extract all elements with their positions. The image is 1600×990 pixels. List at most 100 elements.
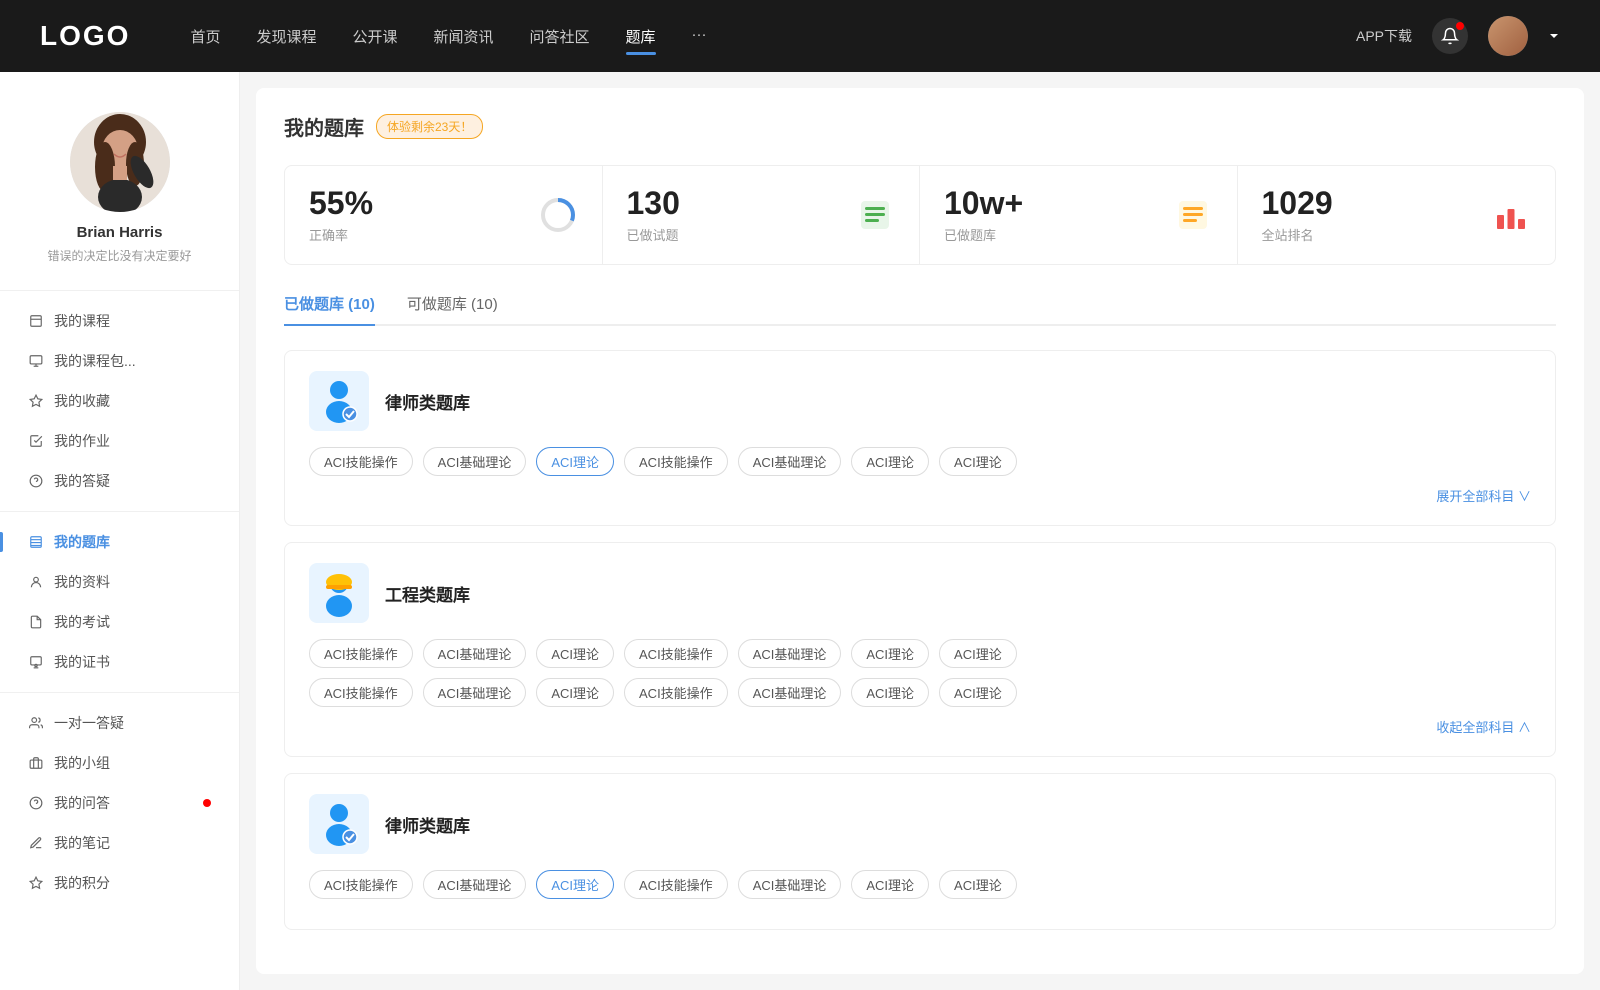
tag-1-4[interactable]: ACI基础理论 [738,447,842,476]
sidebar-item-group[interactable]: 我的小组 [0,743,239,783]
sidebar-item-course[interactable]: 我的课程 [0,301,239,341]
tag-3-5[interactable]: ACI理论 [851,870,929,899]
stat-value-1: 55% [309,186,526,221]
sidebar-item-score[interactable]: 我的积分 [0,863,239,903]
tag-3-2[interactable]: ACI理论 [536,870,614,899]
sidebar-item-favorite[interactable]: 我的收藏 [0,381,239,421]
sidebar-item-oneon[interactable]: 一对一答疑 [0,703,239,743]
tag-2-1[interactable]: ACI基础理论 [423,639,527,668]
tag-2-2[interactable]: ACI理论 [536,639,614,668]
cert-icon [28,654,44,670]
nav-opencourse[interactable]: 公开课 [352,22,397,51]
qbank-tags-1: ACI技能操作 ACI基础理论 ACI理论 ACI技能操作 ACI基础理论 AC… [309,447,1531,476]
sidebar-label-course: 我的课程 [54,311,211,331]
expand-link-1[interactable]: 展开全部科目 ∨ [309,486,1531,505]
qbank-icon [28,534,44,550]
main-layout: Brian Harris 错误的决定比没有决定要好 我的课程 我的课程包... … [0,72,1600,990]
qbank-tags-3: ACI技能操作 ACI基础理论 ACI理论 ACI技能操作 ACI基础理论 AC… [309,870,1531,899]
sidebar-label-data: 我的资料 [54,572,211,592]
nav-discover[interactable]: 发现课程 [256,22,316,51]
tag-3-6[interactable]: ACI理论 [939,870,1017,899]
sidebar-label-score: 我的积分 [54,873,211,893]
star-icon [28,393,44,409]
sidebar-label-question: 我的答疑 [54,471,211,491]
lawyer-icon-3 [309,794,369,854]
exam-icon [28,614,44,630]
sidebar-label-group: 我的小组 [54,753,211,773]
tag-2r2-0[interactable]: ACI技能操作 [309,678,413,707]
tag-2r2-1[interactable]: ACI基础理论 [423,678,527,707]
sidebar-item-qbank[interactable]: 我的题库 [0,522,239,562]
tab-todo[interactable]: 可做题库 (10) [407,293,498,324]
stats-row: 55% 正确率 130 已做试题 [284,165,1556,265]
rank-icon [1491,195,1531,235]
sidebar-item-package[interactable]: 我的课程包... [0,341,239,381]
tag-2-5[interactable]: ACI理论 [851,639,929,668]
notification-dot [1456,22,1464,30]
tag-1-5[interactable]: ACI理论 [851,447,929,476]
stat-correct-rate: 55% 正确率 [285,166,603,264]
qbank-tags-2-row2: ACI技能操作 ACI基础理论 ACI理论 ACI技能操作 ACI基础理论 AC… [309,678,1531,707]
tag-2-0[interactable]: ACI技能操作 [309,639,413,668]
sidebar-label-favorite: 我的收藏 [54,391,211,411]
sidebar-label-package: 我的课程包... [54,351,211,371]
stat-info-1: 55% 正确率 [309,186,526,244]
tag-2r2-5[interactable]: ACI理论 [851,678,929,707]
nav-news[interactable]: 新闻资讯 [434,22,494,51]
nav-home[interactable]: 首页 [190,22,220,51]
sidebar-divider-3 [0,692,239,693]
qa-red-dot [203,799,211,807]
qbank-title-1: 律师类题库 [385,389,470,414]
course-icon [28,313,44,329]
page-header: 我的题库 体验剩余23天！ [284,112,1556,141]
tag-3-4[interactable]: ACI基础理论 [738,870,842,899]
chevron-down-icon [1548,30,1560,42]
tag-3-0[interactable]: ACI技能操作 [309,870,413,899]
sidebar-divider-2 [0,511,239,512]
sidebar-label-homework: 我的作业 [54,431,211,451]
tag-1-3[interactable]: ACI技能操作 [624,447,728,476]
nav-qa[interactable]: 问答社区 [530,22,590,51]
stat-label-4: 全站排名 [1262,225,1480,244]
stat-label-3: 已做题库 [944,225,1161,244]
tag-1-2[interactable]: ACI理论 [536,447,614,476]
tag-3-3[interactable]: ACI技能操作 [624,870,728,899]
tag-2r2-6[interactable]: ACI理论 [939,678,1017,707]
tag-2-4[interactable]: ACI基础理论 [738,639,842,668]
active-indicator [0,532,3,552]
stat-done-questions: 130 已做试题 [603,166,921,264]
app-download-button[interactable]: APP下载 [1356,26,1412,46]
tabs-row: 已做题库 (10) 可做题库 (10) [284,293,1556,326]
notification-bell[interactable] [1432,18,1468,54]
sidebar-item-qa[interactable]: 我的问答 [0,783,239,823]
qbank-card-3: 律师类题库 ACI技能操作 ACI基础理论 ACI理论 ACI技能操作 ACI基… [284,773,1556,930]
tag-2-6[interactable]: ACI理论 [939,639,1017,668]
sidebar-item-exam[interactable]: 我的考试 [0,602,239,642]
sidebar-item-homework[interactable]: 我的作业 [0,421,239,461]
sidebar-item-question[interactable]: 我的答疑 [0,461,239,501]
collapse-link-2[interactable]: 收起全部科目 ∧ [309,717,1531,736]
tag-3-1[interactable]: ACI基础理论 [423,870,527,899]
qbank-title-3: 律师类题库 [385,812,470,837]
tab-done[interactable]: 已做题库 (10) [284,293,375,324]
tag-2-3[interactable]: ACI技能操作 [624,639,728,668]
user-avatar-nav[interactable] [1488,16,1528,56]
qbank-header-2: 工程类题库 [309,563,1531,623]
tag-2r2-3[interactable]: ACI技能操作 [624,678,728,707]
tag-1-1[interactable]: ACI基础理论 [423,447,527,476]
content-wrapper: 我的题库 体验剩余23天！ 55% 正确率 [256,88,1584,974]
tag-1-0[interactable]: ACI技能操作 [309,447,413,476]
sidebar-divider-1 [0,290,239,291]
question-icon [28,473,44,489]
sidebar-label-oneon: 一对一答疑 [54,713,211,733]
stat-value-4: 1029 [1262,186,1480,221]
qbank-header-3: 律师类题库 [309,794,1531,854]
tag-1-6[interactable]: ACI理论 [939,447,1017,476]
tag-2r2-4[interactable]: ACI基础理论 [738,678,842,707]
sidebar-item-cert[interactable]: 我的证书 [0,642,239,682]
sidebar-item-note[interactable]: 我的笔记 [0,823,239,863]
sidebar-item-data[interactable]: 我的资料 [0,562,239,602]
tag-2r2-2[interactable]: ACI理论 [536,678,614,707]
nav-more[interactable]: ··· [692,22,707,51]
nav-qbank[interactable]: 题库 [626,22,656,51]
